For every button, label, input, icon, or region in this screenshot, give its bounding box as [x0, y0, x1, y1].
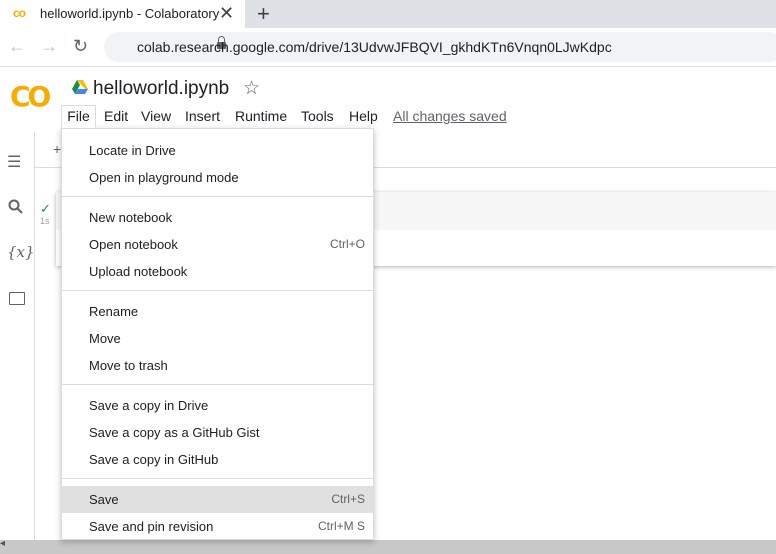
- save-status-link[interactable]: All changes saved: [393, 106, 507, 126]
- reload-icon[interactable]: ↻: [73, 36, 88, 57]
- menu-item-locate-in-drive[interactable]: Locate in Drive: [62, 137, 373, 164]
- menu-runtime[interactable]: Runtime: [235, 106, 287, 126]
- arrow-right-icon[interactable]: →: [40, 36, 58, 57]
- menu-item-open-notebook[interactable]: Open notebook Ctrl+O: [62, 231, 373, 258]
- tab-close-icon[interactable]: ✕: [219, 3, 234, 24]
- horizontal-scrollbar[interactable]: [0, 540, 776, 554]
- left-sidebar: [0, 132, 35, 542]
- menu-item-new-notebook[interactable]: New notebook: [62, 204, 373, 231]
- menu-file[interactable]: File: [61, 105, 96, 128]
- menu-divider: [62, 478, 373, 479]
- menu-item-move-to-trash[interactable]: Move to trash: [62, 352, 373, 379]
- notebook-title[interactable]: helloworld.ipynb: [93, 78, 229, 100]
- menu-item-save[interactable]: Save Ctrl+S: [62, 486, 373, 513]
- menu-item-save-copy-drive[interactable]: Save a copy in Drive: [62, 392, 373, 419]
- variables-icon[interactable]: {x}: [7, 243, 35, 261]
- browser-toolbar: ← → ↻ colab.research.google.com/drive/13…: [0, 28, 776, 67]
- menu-divider: [62, 290, 373, 291]
- menu-item-rename[interactable]: Rename: [62, 298, 373, 325]
- colab-logo[interactable]: CO: [10, 80, 51, 113]
- menu-item-move[interactable]: Move: [62, 325, 373, 352]
- menu-item-save-copy-github[interactable]: Save a copy in GitHub: [62, 446, 373, 473]
- menu-tools[interactable]: Tools: [301, 106, 334, 126]
- search-icon[interactable]: [8, 199, 24, 215]
- folder-icon[interactable]: [9, 292, 25, 305]
- execution-time: 1s: [40, 216, 50, 226]
- new-tab-icon[interactable]: +: [257, 1, 270, 27]
- menu-help[interactable]: Help: [349, 106, 378, 126]
- add-code-icon[interactable]: +: [53, 141, 61, 157]
- menu-item-open-playground[interactable]: Open in playground mode: [62, 164, 373, 191]
- tab-title: helloworld.ipynb - Colaboratory: [40, 6, 220, 21]
- menu-item-upload-notebook[interactable]: Upload notebook: [62, 258, 373, 285]
- colab-favicon-icon: co: [13, 6, 26, 20]
- file-dropdown-menu: Locate in Drive Open in playground mode …: [61, 128, 374, 540]
- table-of-contents-icon[interactable]: ☰: [7, 152, 21, 172]
- menu-item-save-copy-gist[interactable]: Save a copy as a GitHub Gist: [62, 419, 373, 446]
- star-icon[interactable]: ☆: [243, 77, 260, 100]
- arrow-left-icon[interactable]: ←: [8, 36, 26, 57]
- check-icon: ✓: [40, 201, 51, 216]
- url-text[interactable]: colab.research.google.com/drive/13UdvwJF…: [137, 39, 612, 55]
- menu-item-save-and-pin-revision[interactable]: Save and pin revision Ctrl+M S: [62, 513, 373, 539]
- google-drive-icon[interactable]: [72, 80, 88, 94]
- menu-edit[interactable]: Edit: [104, 106, 128, 126]
- shortcut-label: Ctrl+S: [331, 492, 365, 506]
- scroll-left-icon[interactable]: ◂: [0, 538, 5, 549]
- menu-divider: [62, 384, 373, 385]
- menu-insert[interactable]: Insert: [185, 106, 220, 126]
- shortcut-label: Ctrl+M S: [317, 519, 365, 533]
- shortcut-label: Ctrl+O: [329, 237, 365, 251]
- address-bar[interactable]: colab.research.google.com/drive/13UdvwJF…: [104, 32, 776, 62]
- menu-view[interactable]: View: [141, 106, 171, 126]
- menu-divider: [62, 196, 373, 197]
- browser-tab[interactable]: co helloworld.ipynb - Colaboratory ✕: [0, 0, 245, 28]
